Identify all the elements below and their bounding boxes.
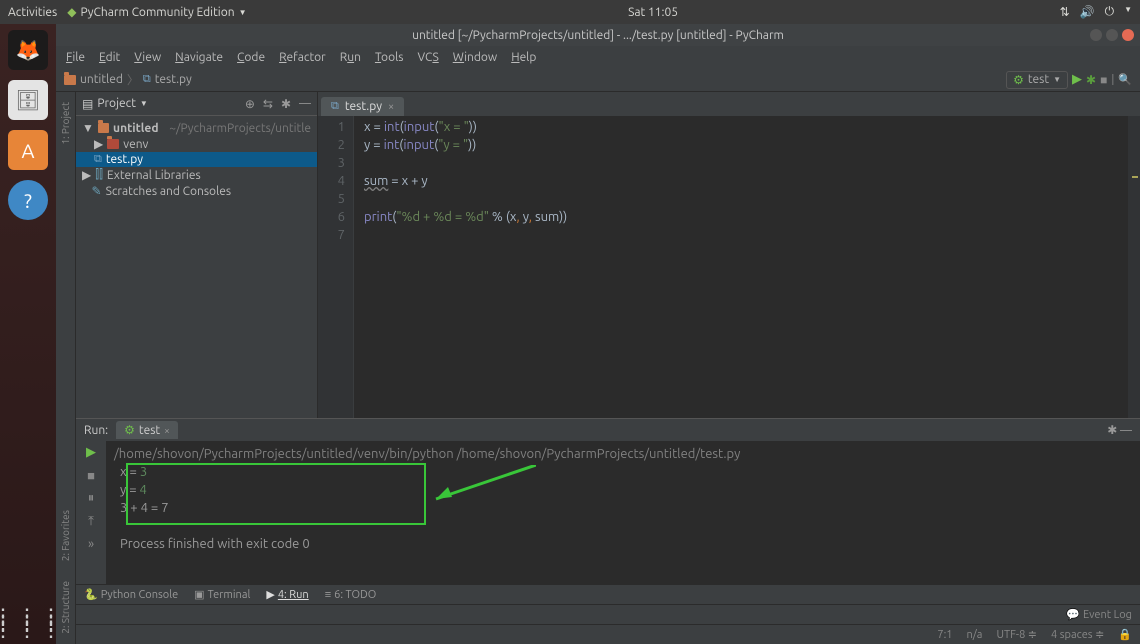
pause-button[interactable]: ⏸ xyxy=(88,491,95,506)
encoding-selector[interactable]: UTF-8 ≑ xyxy=(996,628,1037,641)
stop-button[interactable]: ■ xyxy=(1100,73,1107,87)
status-na: n/a xyxy=(967,629,983,641)
left-tool-strip: 1: Project 2: Favorites 2: Structure xyxy=(56,92,76,644)
divider-icon: | xyxy=(1111,74,1114,86)
stop-button[interactable]: ■ xyxy=(87,468,95,483)
menu-navigate[interactable]: Navigate xyxy=(175,51,223,64)
project-tool-window: ▤ Project ▼ ⊕ ⇆ ✱ — ▼ untitled ~/Pycharm… xyxy=(76,92,318,418)
app-indicator[interactable]: ◆ PyCharm Community Edition ▼ xyxy=(67,5,246,19)
caret-position[interactable]: 7:1 xyxy=(937,629,952,641)
chevron-down-icon: ▼ xyxy=(239,8,247,17)
window-titlebar: untitled [~/PycharmProjects/untitled] - … xyxy=(56,24,1140,46)
menu-bar: File Edit View Navigate Code Refactor Ru… xyxy=(56,46,1140,68)
folder-icon xyxy=(64,75,76,85)
lock-icon[interactable]: 🔒 xyxy=(1118,628,1132,641)
navigation-bar: untitled 〉 ⧉test.py ⚙test▼ ▶ ✱ ■ | 🔍 xyxy=(56,68,1140,92)
dock-help[interactable]: ? xyxy=(8,180,48,220)
menu-edit[interactable]: Edit xyxy=(99,51,120,64)
close-tab-icon[interactable]: × xyxy=(388,101,394,113)
menu-code[interactable]: Code xyxy=(237,51,265,64)
pycharm-window: untitled [~/PycharmProjects/untitled] - … xyxy=(56,24,1140,644)
exit-icon[interactable]: ⤒ xyxy=(88,514,94,529)
sidebar-tab-structure[interactable]: 2: Structure xyxy=(60,571,71,644)
status-bar-2: 7:1 n/a UTF-8 ≑ 4 spaces ≑ 🔒 xyxy=(76,624,1140,644)
run-button[interactable]: ▶ xyxy=(1072,72,1082,87)
search-icon[interactable]: 🔍 xyxy=(1118,73,1132,86)
ubuntu-top-bar: Activities ◆ PyCharm Community Edition ▼… xyxy=(0,0,1140,24)
dock-software[interactable]: A xyxy=(8,130,48,170)
menu-refactor[interactable]: Refactor xyxy=(279,51,326,64)
python-icon: ⧉ xyxy=(143,73,151,86)
tree-node-scratches[interactable]: ✎ Scratches and Consoles xyxy=(76,183,317,199)
maximize-button[interactable] xyxy=(1106,29,1118,41)
ubuntu-dock: 🦊 🗄 A ? ⋮⋮⋮⋮⋮⋮⋮⋮⋮ xyxy=(0,24,56,644)
editor-tab[interactable]: ⧉test.py× xyxy=(321,97,404,116)
code-editor: ⧉test.py× 1234567 x = int(input("x = "))… xyxy=(318,92,1140,418)
menu-help[interactable]: Help xyxy=(511,51,536,64)
tool-terminal[interactable]: ▣ Terminal xyxy=(194,588,250,601)
run-config-selector[interactable]: ⚙test▼ xyxy=(1006,71,1068,89)
dock-firefox[interactable]: 🦊 xyxy=(8,30,48,70)
tool-python-console[interactable]: 🐍 Python Console xyxy=(84,588,178,601)
dock-apps-grid[interactable]: ⋮⋮⋮⋮⋮⋮⋮⋮⋮ xyxy=(0,614,64,632)
tree-node-root[interactable]: ▼ untitled ~/PycharmProjects/untitle xyxy=(76,120,317,136)
minimize-button[interactable] xyxy=(1090,29,1102,41)
project-view-selector[interactable]: ▤ Project ▼ xyxy=(82,97,148,111)
gear-icon[interactable]: ✱ — xyxy=(1107,423,1132,437)
tree-node-venv[interactable]: ▶ venv xyxy=(76,136,317,152)
tree-node-external[interactable]: ▶ ⫿⫿ External Libraries xyxy=(76,167,317,183)
menu-vcs[interactable]: VCS xyxy=(417,51,438,64)
gear-icon[interactable]: ✱ xyxy=(281,97,291,111)
volume-icon[interactable]: 🔊 xyxy=(1080,5,1095,19)
window-title: untitled [~/PycharmProjects/untitled] - … xyxy=(412,29,784,42)
more-icon[interactable]: » xyxy=(88,537,94,551)
hide-icon[interactable]: — xyxy=(299,97,311,111)
breadcrumb[interactable]: untitled xyxy=(64,73,123,86)
tree-node-file[interactable]: ⧉ test.py xyxy=(76,152,317,167)
python-icon: ⧉ xyxy=(331,100,339,113)
menu-view[interactable]: View xyxy=(134,51,161,64)
sidebar-tab-project[interactable]: 1: Project xyxy=(60,92,71,155)
menu-tools[interactable]: Tools xyxy=(375,51,404,64)
code-area[interactable]: x = int(input("x = ")) y = int(input("y … xyxy=(354,116,1140,418)
menu-window[interactable]: Window xyxy=(453,51,497,64)
dock-files[interactable]: 🗄 xyxy=(8,80,48,120)
line-gutter: 1234567 xyxy=(318,116,354,418)
clock[interactable]: Sat 11:05 xyxy=(247,6,1060,19)
activities-button[interactable]: Activities xyxy=(8,6,57,19)
locate-icon[interactable]: ⊕ xyxy=(245,97,255,111)
run-output[interactable]: /home/shovon/PycharmProjects/untitled/ve… xyxy=(106,441,1140,584)
debug-button[interactable]: ✱ xyxy=(1086,73,1096,87)
tool-run[interactable]: ▶ 4: Run xyxy=(266,588,308,601)
event-log-button[interactable]: 💬 Event Log xyxy=(1066,608,1132,621)
chevron-down-icon: ▼ xyxy=(1124,5,1132,19)
breadcrumb[interactable]: ⧉test.py xyxy=(143,73,192,86)
menu-run[interactable]: Run xyxy=(340,51,361,64)
sidebar-tab-favorites[interactable]: 2: Favorites xyxy=(60,500,71,571)
run-tab[interactable]: ⚙test× xyxy=(116,421,178,439)
error-stripe[interactable] xyxy=(1128,116,1140,418)
run-toolbar: ▶ ■ ⏸ ⤒ » xyxy=(76,441,106,584)
close-button[interactable] xyxy=(1122,29,1134,41)
run-label: Run: xyxy=(84,424,108,437)
project-tree: ▼ untitled ~/PycharmProjects/untitle ▶ v… xyxy=(76,116,317,418)
indent-selector[interactable]: 4 spaces ≑ xyxy=(1051,628,1104,641)
power-icon[interactable]: ⏻ xyxy=(1105,5,1115,19)
rerun-button[interactable]: ▶ xyxy=(86,445,96,460)
menu-file[interactable]: File xyxy=(66,51,85,64)
run-tool-window: Run: ⚙test× ✱ — ▶ ■ ⏸ ⤒ » /home/shovon/P… xyxy=(76,418,1140,584)
bottom-tool-strip: 🐍 Python Console ▣ Terminal ▶ 4: Run ≡ 6… xyxy=(76,584,1140,604)
collapse-icon[interactable]: ⇆ xyxy=(263,97,273,111)
network-icon[interactable]: ⇅ xyxy=(1060,5,1070,19)
tool-todo[interactable]: ≡ 6: TODO xyxy=(325,589,377,601)
status-bar: 💬 Event Log xyxy=(76,604,1140,624)
